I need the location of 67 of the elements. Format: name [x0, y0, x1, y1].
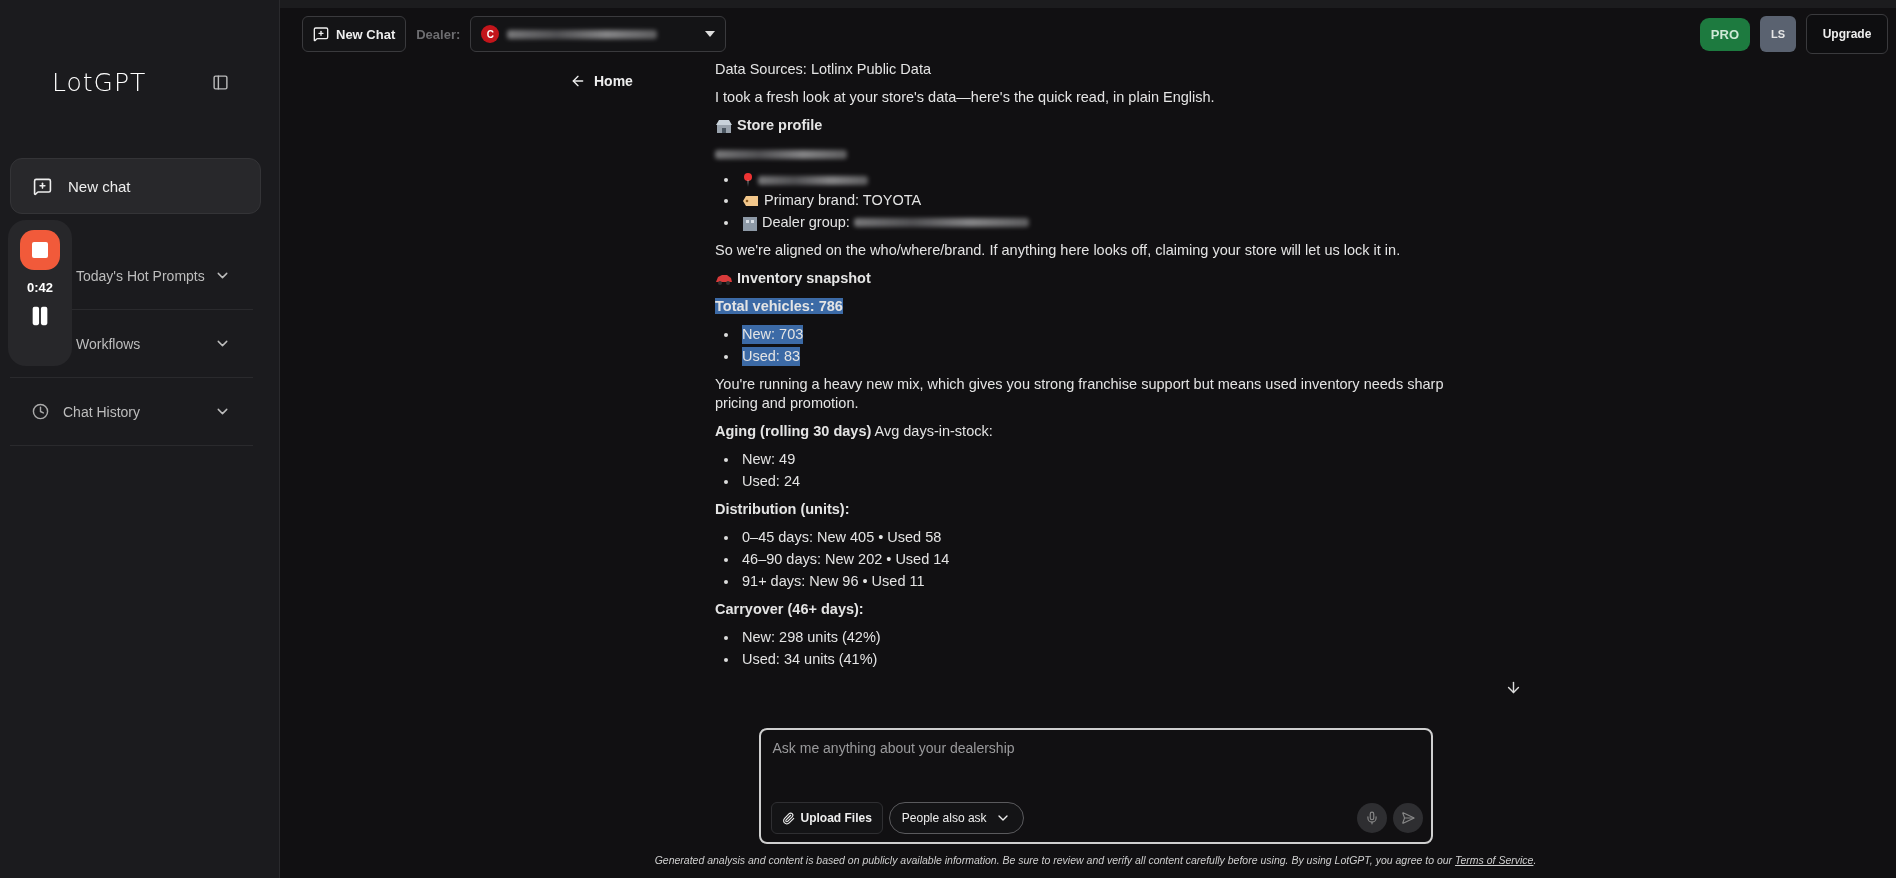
dealer-label: Dealer: — [416, 26, 461, 42]
send-button[interactable] — [1392, 803, 1423, 833]
bullet — [724, 220, 728, 225]
caret-icon — [705, 31, 716, 37]
sidebar-toggle-icon[interactable] — [212, 73, 229, 91]
upload-files-button[interactable]: Upload Files — [770, 802, 883, 834]
new-chat-button[interactable]: New chat — [10, 158, 261, 214]
stop-button[interactable] — [20, 230, 60, 270]
bullet — [724, 198, 728, 203]
bullet — [724, 557, 728, 562]
terms-link[interactable]: Terms of Service — [1455, 854, 1534, 866]
list-item-text: Primary brand: TOYOTA — [764, 191, 922, 210]
message-paragraph: Total vehicles: 786 — [715, 298, 843, 314]
message-subheading: Distribution (units): — [715, 500, 851, 519]
building-icon — [742, 214, 758, 231]
list-item-text: Used: 83 — [742, 347, 801, 366]
chat-plus-icon — [313, 26, 329, 42]
message-heading: Store profile — [737, 116, 823, 135]
dealer-badge: C — [481, 25, 500, 43]
list-item-text: New: 298 units (42%) — [742, 628, 881, 647]
list-item-text: 0–45 days: New 405 • Used 58 — [742, 528, 942, 547]
bullet — [724, 479, 728, 484]
dealer-select[interactable]: C — [470, 16, 727, 52]
store-icon — [715, 117, 733, 134]
chat-plus-icon — [33, 176, 52, 196]
new-chat-button[interactable]: New Chat — [302, 16, 407, 52]
list-item-text: 91+ days: New 96 • Used 11 — [742, 572, 925, 591]
bullet — [724, 657, 728, 662]
tag-icon — [742, 194, 760, 207]
people-also-ask-dropdown[interactable]: People also ask — [888, 802, 1024, 834]
message-subheading: Carryover (46+ days): — [715, 600, 865, 619]
paperclip-icon — [781, 811, 795, 825]
message-paragraph: Aging (rolling 30 days) Avg days-in-stock: — [715, 423, 993, 439]
clock-icon — [32, 403, 49, 420]
list-item-text: 46–90 days: New 202 • Used 14 — [742, 550, 950, 569]
message-paragraph: So we're aligned on the who/where/brand. If anything here looks off, claiming your store will let us lock it in. — [715, 242, 1401, 258]
home-link[interactable]: Home — [570, 73, 633, 89]
list-item-text: New: 703 — [742, 325, 804, 344]
bullet — [724, 354, 728, 359]
list-item-text: Used: 34 units (41%) — [742, 650, 878, 669]
user-avatar[interactable]: LS — [1760, 16, 1796, 52]
bullet — [724, 457, 728, 462]
list-item-text: Dealer group: — [762, 213, 850, 232]
bullet — [724, 579, 728, 584]
bullet — [724, 535, 728, 540]
message-paragraph: Data Sources: Lotlinx Public Data — [715, 61, 931, 77]
recording-time: 0:42 — [27, 280, 53, 295]
disclaimer-text: Generated analysis and content is based on publicly available information. Be sure to review and verify all content carefully before using. By using LotGPT, you agree to our Terms of Service. — [654, 854, 1537, 866]
microphone-button[interactable] — [1356, 803, 1387, 833]
scroll-down-icon[interactable] — [1505, 679, 1522, 696]
message-paragraph: You're running a heavy new mix, which gives you strong franchise support but means used inventory needs sharp pricing and promotion. — [715, 376, 1444, 411]
bullet — [724, 332, 728, 337]
list-item-text: New: 49 — [742, 450, 796, 469]
bullet — [724, 635, 728, 640]
list-item-text: Used: 24 — [742, 472, 801, 491]
bullet — [724, 178, 728, 182]
sidebar-section-label[interactable]: Workflows — [76, 335, 141, 352]
plan-badge: PRO — [1699, 17, 1750, 51]
message-input-field[interactable]: Ask me anything about your dealership Upload Files People also ask — [758, 728, 1433, 844]
microphone-icon — [1364, 811, 1379, 825]
upgrade-button[interactable]: Upgrade — [1806, 14, 1888, 54]
message-paragraph: I took a fresh look at your store's data—here's the quick read, in plain English. — [715, 89, 1215, 105]
sidebar-section-label[interactable]: Chat History — [63, 403, 141, 420]
send-icon — [1400, 811, 1415, 825]
message-heading: Inventory snapshot — [737, 269, 871, 288]
logo: LotGPT — [52, 67, 147, 97]
sidebar-section-label[interactable]: Today's Hot Prompts — [76, 267, 205, 284]
